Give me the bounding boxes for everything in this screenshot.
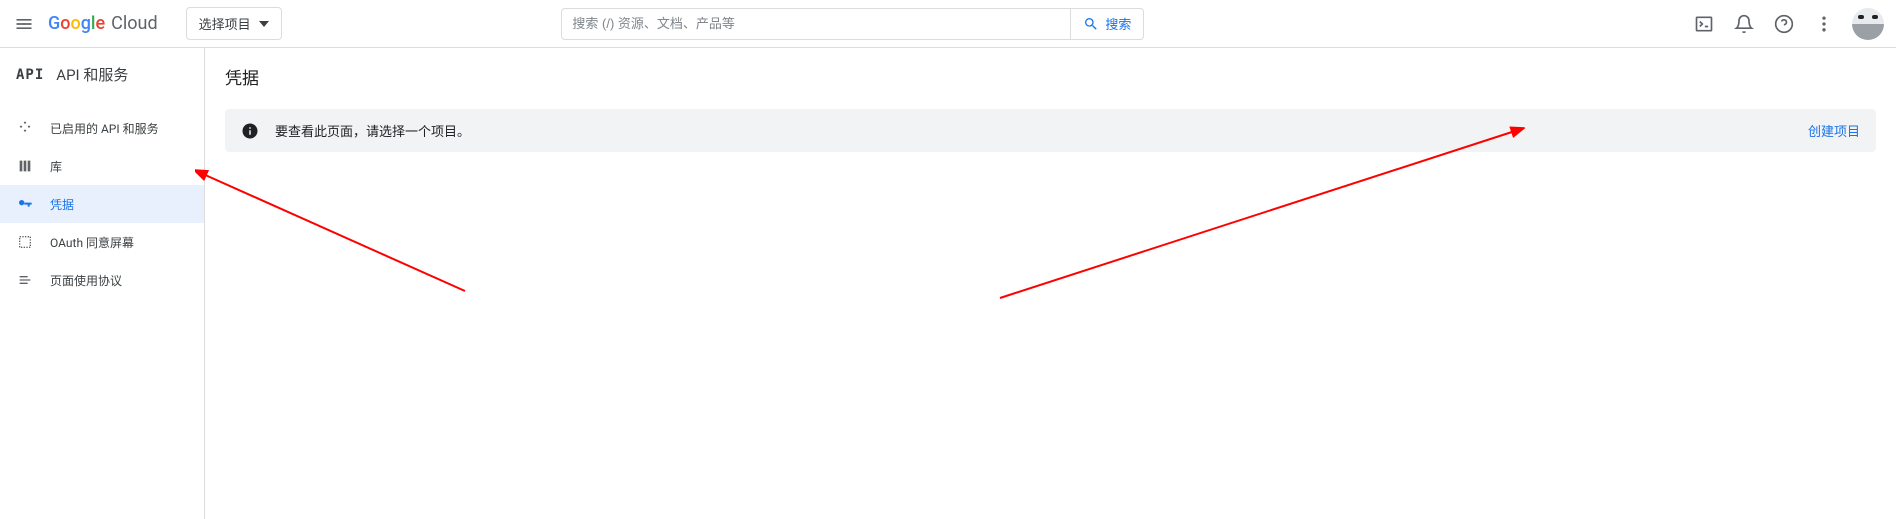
cloud-shell-icon[interactable] <box>1692 12 1716 36</box>
sidebar-header: API API 和服务 <box>0 48 204 101</box>
search-container: 搜索 <box>561 8 1144 40</box>
library-icon <box>16 157 34 175</box>
sidebar-items: 已启用的 API 和服务 库 凭据 OAuth 同意屏幕 <box>0 101 204 299</box>
consent-icon <box>16 233 34 251</box>
more-options-icon[interactable] <box>1812 12 1836 36</box>
project-selector-label: 选择项目 <box>199 14 251 33</box>
sidebar: API API 和服务 已启用的 API 和服务 库 凭据 <box>0 48 205 519</box>
search-button[interactable]: 搜索 <box>1071 8 1144 40</box>
sidebar-item-label: 已启用的 API 和服务 <box>50 120 159 137</box>
search-icon <box>1083 16 1099 32</box>
header-actions <box>1692 8 1884 40</box>
sidebar-section-title: API 和服务 <box>56 64 128 85</box>
sidebar-item-credentials[interactable]: 凭据 <box>0 185 204 223</box>
create-project-link[interactable]: 创建项目 <box>1808 121 1860 140</box>
sidebar-item-label: 库 <box>50 158 62 175</box>
main-content: 凭据 要查看此页面，请选择一个项目。 创建项目 <box>205 48 1896 519</box>
user-avatar[interactable] <box>1852 8 1884 40</box>
notifications-icon[interactable] <box>1732 12 1756 36</box>
sidebar-item-label: 凭据 <box>50 196 74 213</box>
sidebar-item-label: 页面使用协议 <box>50 272 122 289</box>
agreement-icon <box>16 271 34 289</box>
google-cloud-logo[interactable]: Google Cloud <box>48 13 158 34</box>
info-icon <box>241 122 259 140</box>
main-layout: API API 和服务 已启用的 API 和服务 库 凭据 <box>0 48 1896 519</box>
banner-message: 要查看此页面，请选择一个项目。 <box>275 121 1792 140</box>
api-badge: API <box>16 67 44 83</box>
hamburger-menu-icon[interactable] <box>12 12 36 36</box>
sidebar-item-label: OAuth 同意屏幕 <box>50 234 134 251</box>
info-banner: 要查看此页面，请选择一个项目。 创建项目 <box>225 109 1876 152</box>
help-icon[interactable] <box>1772 12 1796 36</box>
sidebar-item-library[interactable]: 库 <box>0 147 204 185</box>
page-title: 凭据 <box>225 64 1876 89</box>
dashboard-icon <box>16 119 34 137</box>
search-button-label: 搜索 <box>1105 14 1131 33</box>
top-header: Google Cloud 选择项目 搜索 <box>0 0 1896 48</box>
dropdown-icon <box>259 19 269 29</box>
sidebar-item-page-agreement[interactable]: 页面使用协议 <box>0 261 204 299</box>
annotation-arrow-left <box>195 166 475 296</box>
key-icon <box>16 195 34 213</box>
project-selector-button[interactable]: 选择项目 <box>186 7 282 40</box>
sidebar-item-enabled-apis[interactable]: 已启用的 API 和服务 <box>0 109 204 147</box>
search-input[interactable] <box>561 8 1071 40</box>
sidebar-item-oauth-consent[interactable]: OAuth 同意屏幕 <box>0 223 204 261</box>
